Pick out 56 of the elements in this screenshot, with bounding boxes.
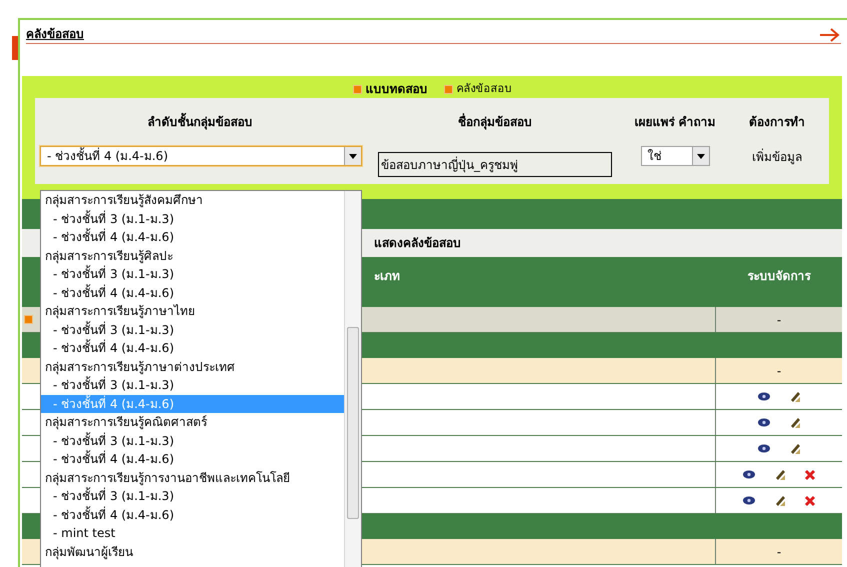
nav-link[interactable]: คลังข้อสอบ	[456, 80, 512, 98]
dropdown-option[interactable]: - ช่วงชั้นที่ 3 (ม.1-ม.3)	[41, 265, 344, 284]
dropdown-option[interactable]: - ช่วงชั้นที่ 3 (ม.1-ม.3)	[41, 376, 344, 394]
dropdown-option[interactable]: - ช่วงชั้นที่ 4 (ม.4-ม.6)	[41, 450, 344, 468]
page-title: คลังข้อสอบ	[26, 26, 84, 43]
eye-icon[interactable]	[742, 470, 756, 479]
column-header: ต้องการทำ	[748, 114, 806, 130]
table-cell-text: -	[776, 312, 782, 328]
scrollbar-thumb[interactable]	[347, 327, 359, 519]
dropdown-option[interactable]: - ช่วงชั้นที่ 3 (ม.1-ม.3)	[41, 432, 344, 450]
dropdown-option[interactable]: - ช่วงชั้นที่ 4 (ม.4-ม.6)	[41, 284, 344, 302]
dropdown-option[interactable]: กลุ่มสาระการเรียนรู้การงานอาชีพและเทคโนโลยี	[41, 468, 344, 487]
dropdown-option[interactable]: กลุ่มสาระการเรียนรู้คณิตศาสตร์	[41, 413, 344, 432]
dropdown-option[interactable]: กลุ่มสาระการเรียนรู้ภาษาไทย	[41, 302, 344, 320]
dropdown-caret-icon[interactable]	[692, 147, 708, 165]
eye-icon[interactable]	[757, 444, 771, 453]
column-header: เผยแพร่ คำถาม	[633, 114, 717, 130]
dropdown-option[interactable]: - mint test	[41, 524, 344, 542]
column-header: ระบบจัดการ	[746, 268, 812, 285]
add-data-text: เพิ่มข้อมูล	[752, 150, 802, 164]
dropdown-option[interactable]: กลุ่มสาระการเรียนรู้ศิลปะ	[41, 246, 344, 265]
table-cell-text: -	[776, 544, 782, 560]
title-marker-icon	[12, 36, 18, 60]
dropdown-option[interactable]: กลุ่มสาระการเรียนรู้ภาษาต่างประเทศ	[41, 358, 344, 376]
column-header: ะเภท	[374, 269, 400, 283]
bullet-square-icon	[24, 315, 33, 324]
delete-icon[interactable]	[804, 494, 816, 506]
dropdown-option[interactable]: - ช่วงชั้นที่ 4 (ม.4-ม.6)	[41, 228, 344, 246]
bullet-square-icon	[352, 84, 362, 94]
arrow-right-icon[interactable]	[819, 27, 841, 43]
dropdown-option[interactable]: กลุ่มสาระการเรียนรู้สังคมศึกษา	[41, 191, 344, 210]
edit-icon[interactable]	[789, 442, 801, 454]
delete-icon[interactable]	[804, 468, 816, 480]
edit-icon[interactable]	[789, 390, 801, 402]
dropdown-option[interactable]: - ช่วงชั้นที่ 3 (ม.1-ม.3)	[41, 320, 344, 339]
edit-icon[interactable]	[789, 416, 801, 428]
eye-icon[interactable]	[757, 418, 771, 427]
column-header: ลำดับชั้นกลุ่มข้อสอบ	[146, 114, 254, 130]
publish-select[interactable]: ใช่	[640, 146, 710, 166]
dropdown-option[interactable]: กลุ่มพัฒนาผู้เรียน	[41, 542, 344, 561]
dropdown-option[interactable]: - ช่วงชั้นที่ 4 (ม.4-ม.6)	[41, 339, 344, 358]
section-title: แสดงคลังข้อสอบ	[374, 235, 461, 252]
dropdown-option[interactable]: - ช่วงชั้นที่ 4 (ม.4-ม.6)	[41, 506, 344, 524]
nav-link[interactable]: แบบทดสอบ	[366, 80, 428, 98]
level-select[interactable]: - ช่วงชั้นที่ 4 (ม.4-ม.6)	[40, 146, 362, 166]
eye-icon[interactable]	[742, 496, 756, 505]
edit-icon[interactable]	[774, 468, 786, 480]
group-name-field[interactable]: ข้อสอบภาษาญี่ปุ่น_ครูชมพู่	[378, 152, 612, 177]
bullet-square-icon	[444, 84, 452, 94]
column-header: ชื่อกลุ่มข้อสอบ	[457, 114, 533, 130]
eye-icon[interactable]	[757, 392, 771, 401]
dropdown-option[interactable]: - ช่วงชั้นที่ 3 (ม.1-ม.3)	[41, 487, 344, 506]
dropdown-option[interactable]: - ช่วงชั้นที่ 3 (ม.1-ม.3)	[41, 210, 344, 228]
edit-icon[interactable]	[774, 494, 786, 506]
dropdown-caret-icon[interactable]	[344, 147, 361, 165]
table-cell-text: -	[776, 362, 782, 380]
